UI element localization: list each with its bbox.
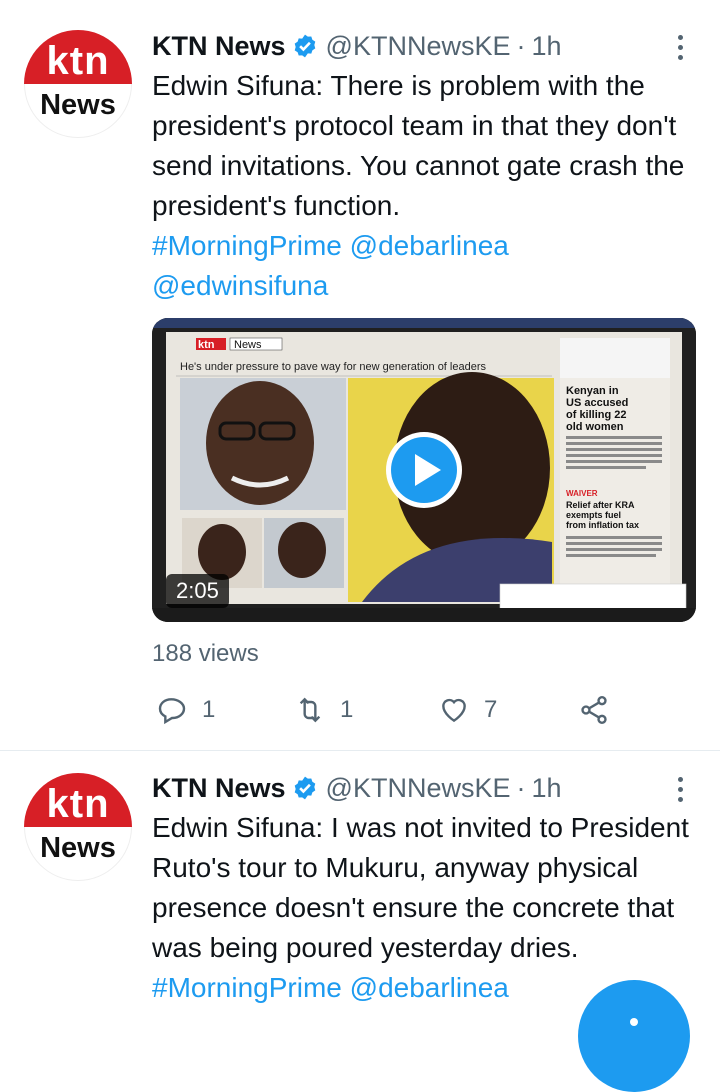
hashtag-link[interactable]: #MorningPrime — [152, 972, 342, 1003]
author-handle[interactable]: @KTNNewsKE — [326, 31, 511, 62]
tweet-text: Edwin Sifuna: There is problem with the … — [152, 66, 700, 306]
author-handle[interactable]: @KTNNewsKE — [326, 773, 511, 804]
hashtag-link[interactable]: #MorningPrime — [152, 230, 342, 261]
retweet-count: 1 — [340, 696, 354, 723]
tweet-actions: 1 1 7 — [0, 690, 720, 734]
tweet-header: KTN News @KTNNewsKE · 1h — [152, 770, 562, 806]
reply-icon — [158, 698, 186, 725]
separator-dot: · — [516, 30, 526, 61]
avatar-logo-ktn: ktn — [24, 773, 132, 827]
tweet-body: Edwin Sifuna: There is problem with the … — [152, 70, 685, 221]
like-count: 7 — [484, 696, 498, 723]
video-brand-ktn: ktn — [198, 339, 215, 351]
view-count: 188 views — [152, 640, 259, 667]
avatar-logo-news: News — [40, 89, 116, 121]
author-avatar[interactable]: ktn News — [24, 773, 132, 881]
share-icon — [581, 696, 607, 724]
author-avatar[interactable]: ktn News — [24, 30, 132, 138]
avatar-logo-ktn: ktn — [24, 30, 132, 84]
like-button[interactable]: 7 — [438, 694, 497, 726]
tweet-time[interactable]: 1h — [531, 31, 561, 62]
more-options-icon[interactable] — [670, 772, 690, 808]
tweet-time[interactable]: 1h — [531, 773, 561, 804]
tweet-2[interactable]: ktn News KTN News @KTNNewsKE · 1h Edwin … — [0, 751, 720, 1024]
tweet-body: Edwin Sifuna: I was not invited to Presi… — [152, 812, 689, 963]
video-side-headline: Kenyan in US accused of killing 22 old w… — [566, 385, 631, 433]
video-headline: He's under pressure to pave way for new … — [180, 361, 486, 373]
compose-button[interactable] — [578, 980, 690, 1092]
reply-count: 1 — [202, 696, 216, 723]
retweet-icon — [299, 697, 321, 723]
more-options-icon[interactable] — [670, 30, 690, 66]
verified-badge-icon — [294, 34, 315, 58]
share-button[interactable] — [578, 694, 610, 726]
separator-dot: · — [516, 772, 526, 803]
video-brand-news: News — [234, 339, 262, 351]
author-name[interactable]: KTN News — [152, 773, 286, 804]
mention-link[interactable]: @debarlinea — [350, 230, 509, 261]
video-duration: 2:05 — [166, 574, 229, 608]
compose-icon — [630, 1018, 638, 1026]
video-waiver-label: WAIVER — [566, 489, 598, 498]
tweet-header: KTN News @KTNNewsKE · 1h — [152, 28, 562, 64]
retweet-button[interactable]: 1 — [294, 694, 353, 726]
tweet-1[interactable]: ktn News KTN News @KTNNewsKE · 1h Edwin … — [0, 0, 720, 751]
author-name[interactable]: KTN News — [152, 31, 286, 62]
avatar-logo-news: News — [40, 832, 116, 864]
verified-badge-icon — [294, 776, 315, 800]
mention-link[interactable]: @edwinsifuna — [152, 270, 328, 301]
tweet-text: Edwin Sifuna: I was not invited to Presi… — [152, 808, 700, 1008]
mention-link[interactable]: @debarlinea — [350, 972, 509, 1003]
video-player[interactable]: ktn News He's under pressure to pave way… — [152, 318, 696, 622]
reply-button[interactable]: 1 — [156, 694, 215, 726]
play-icon[interactable] — [384, 430, 464, 510]
like-icon — [442, 698, 466, 723]
